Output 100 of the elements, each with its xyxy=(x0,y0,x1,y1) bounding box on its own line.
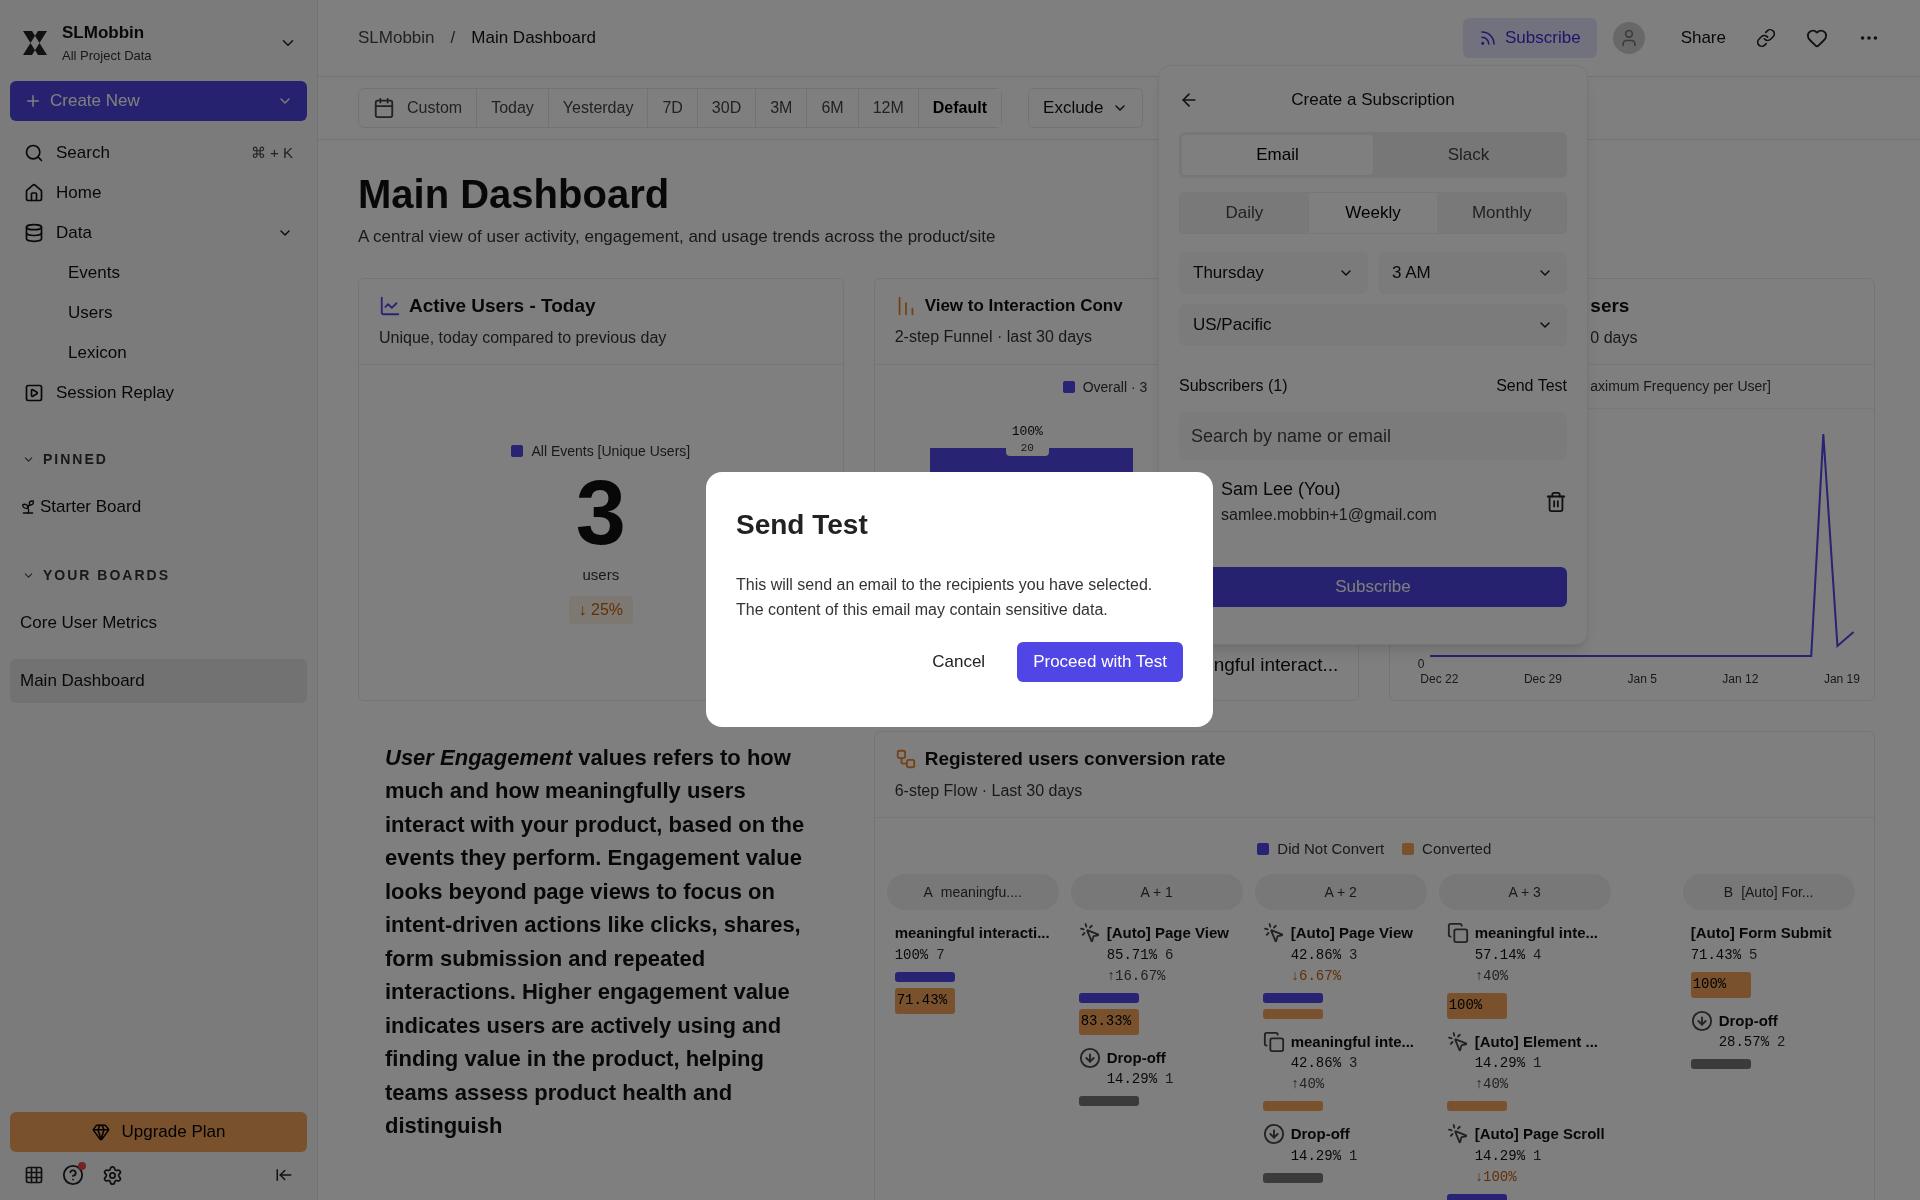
date-filter-tab[interactable]: 7D xyxy=(647,89,697,127)
nav-item[interactable]: Session Replay xyxy=(10,373,307,413)
node-name: meaningful interacti... xyxy=(894,923,1050,943)
search-item[interactable]: Search ⌘ + K xyxy=(10,133,307,173)
proceed-button[interactable]: Proceed with Test xyxy=(1017,642,1183,682)
panel-title: Create a Subscription xyxy=(1290,89,1456,112)
axis-tick-label: 0 xyxy=(1416,657,1426,670)
frequency-tab[interactable]: Daily xyxy=(1180,193,1309,233)
breadcrumb-item[interactable]: Main Dashboard xyxy=(471,25,597,51)
node-percent: 42.86% xyxy=(1290,945,1342,965)
channel-tab[interactable]: Email xyxy=(1182,135,1373,175)
date-filter-tab[interactable]: 3M xyxy=(755,89,807,127)
exclude-dropdown[interactable]: Exclude xyxy=(1028,88,1143,128)
node-count: 1 xyxy=(1349,1146,1358,1166)
avatar[interactable] xyxy=(1612,22,1645,54)
board-item[interactable]: Core User Metrics xyxy=(10,601,307,645)
settings-icon[interactable] xyxy=(102,1164,123,1186)
node-name: Drop-off xyxy=(1106,1047,1166,1068)
node-percent: 71.43% xyxy=(1690,945,1742,965)
date-filter-tab[interactable]: Today xyxy=(476,89,548,127)
legend-label: Overall · 3 xyxy=(1082,377,1148,397)
node-percent: 100% xyxy=(894,945,929,965)
cursor-click-icon xyxy=(1262,922,1285,944)
gem-icon xyxy=(91,1123,110,1141)
node-change: ↑40% xyxy=(1474,1075,1509,1094)
axis-tick-label: Dec 29 xyxy=(1523,670,1562,688)
home-icon xyxy=(24,183,44,203)
date-filter-tab[interactable]: Yesterday xyxy=(547,89,648,127)
flow-icon xyxy=(894,748,917,770)
help-icon[interactable] xyxy=(62,1164,84,1186)
step-header[interactable]: A meaningfu.... xyxy=(886,874,1059,910)
card-subtitle: 6-step Flow · Last 30 days xyxy=(894,781,1083,802)
breadcrumb-separator: / xyxy=(450,27,456,50)
step-header[interactable]: A + 1 xyxy=(1070,874,1243,910)
subscriber-email: samlee.mobbin+1@gmail.com xyxy=(1221,505,1437,525)
nav-item[interactable]: Home xyxy=(10,173,307,213)
nav-subitem[interactable]: Lexicon xyxy=(10,333,307,373)
section-heading: YOUR BOARDS xyxy=(43,565,170,585)
timezone-select[interactable]: US/Pacific xyxy=(1179,304,1567,346)
date-filter-tab[interactable]: Default xyxy=(917,89,1002,127)
workspace-name: SLMobbin xyxy=(62,22,145,44)
metric-change: ↓ 25% xyxy=(568,596,634,624)
collapse-sidebar-icon[interactable] xyxy=(275,1166,293,1184)
board-item[interactable]: Starter Board xyxy=(10,485,307,529)
node-count: 3 xyxy=(1349,1054,1358,1073)
date-filter-tab[interactable]: 6M xyxy=(806,89,858,127)
node-percent: 85.71% xyxy=(1106,945,1158,965)
node-change: ↑40% xyxy=(1290,1075,1325,1094)
nav-item[interactable]: Data xyxy=(10,213,307,253)
subscribe-button[interactable]: Subscribe xyxy=(1463,18,1597,58)
sprout-icon xyxy=(20,499,36,515)
channel-tab[interactable]: Slack xyxy=(1373,135,1564,175)
node-change: ↑16.67% xyxy=(1106,966,1166,986)
shortcut-hint: ⌘ + K xyxy=(250,142,293,163)
flow-bar: 100% xyxy=(1690,971,1751,998)
date-filter-tab[interactable]: 12M xyxy=(857,89,918,127)
legend-label: Converted xyxy=(1422,838,1492,859)
apps-grid-icon[interactable] xyxy=(24,1165,44,1185)
node-name: [Auto] Page View xyxy=(1290,923,1413,943)
dialog-title: Send Test xyxy=(736,508,868,542)
page-title: Main Dashboard xyxy=(358,171,670,218)
flow-bar: 100% xyxy=(1446,992,1507,1019)
step-header[interactable]: A + 3 xyxy=(1438,874,1611,910)
node-percent: 14.29% xyxy=(1474,1054,1526,1073)
heart-icon[interactable] xyxy=(1806,27,1828,49)
node-count: 4 xyxy=(1533,945,1542,965)
step-header[interactable]: B [Auto] For... xyxy=(1682,874,1855,910)
nav-subitem[interactable]: Events xyxy=(10,253,307,293)
date-filter-tab[interactable]: Custom xyxy=(359,89,477,127)
frequency-tab[interactable]: Monthly xyxy=(1437,193,1566,233)
board-item[interactable]: Main Dashboard xyxy=(10,659,307,703)
card-title: Active Users - Today xyxy=(409,293,596,318)
axis-tick-label: Jan 5 xyxy=(1627,670,1657,688)
card-subtitle: 0 days xyxy=(1590,328,1638,349)
card-subtitle: Unique, today compared to previous day xyxy=(379,328,667,349)
cancel-button[interactable]: Cancel xyxy=(920,642,998,682)
date-filter-tab[interactable]: 30D xyxy=(696,89,756,127)
delete-icon[interactable] xyxy=(1545,490,1567,513)
copy-icon xyxy=(1446,922,1469,944)
link-icon[interactable] xyxy=(1756,28,1776,48)
share-button[interactable]: Share xyxy=(1680,25,1726,51)
legend-label: Did Not Convert xyxy=(1277,838,1385,859)
node-count: 1 xyxy=(1165,1070,1174,1089)
upgrade-plan-button[interactable]: Upgrade Plan xyxy=(10,1112,307,1152)
card-subtitle: 2-step Funnel · last 30 days xyxy=(894,326,1093,347)
nav-subitem[interactable]: Users xyxy=(10,293,307,333)
subscriber-name: Sam Lee (You) xyxy=(1221,478,1341,501)
create-new-button[interactable]: Create New xyxy=(10,81,307,121)
breadcrumb-item[interactable]: SLMobbin xyxy=(358,25,435,51)
send-test-button[interactable]: Send Test xyxy=(1496,374,1567,398)
time-select[interactable]: 3 AM xyxy=(1378,252,1567,294)
node-percent: 42.86% xyxy=(1290,1054,1342,1073)
bar-label: 100% 20 xyxy=(1005,423,1049,456)
step-header[interactable]: A + 2 xyxy=(1254,874,1427,910)
arrow-down-circle-icon xyxy=(1262,1123,1285,1145)
day-select[interactable]: Thursday xyxy=(1179,252,1368,294)
flow-bar: 83.33% xyxy=(1078,1008,1139,1035)
search-field[interactable]: Search by name or email xyxy=(1179,412,1567,460)
node-percent: 28.57% xyxy=(1718,1033,1770,1052)
legend-label: aximum Frequency per User] xyxy=(1590,376,1771,396)
